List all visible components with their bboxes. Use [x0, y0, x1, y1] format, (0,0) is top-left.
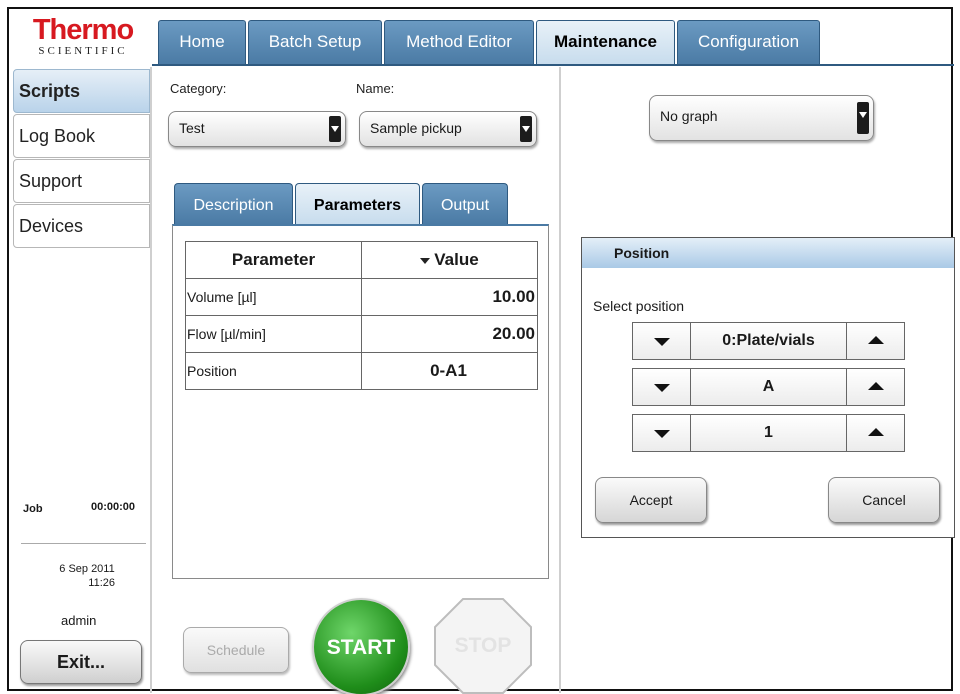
job-label: Job	[23, 503, 43, 515]
tab-batch-setup[interactable]: Batch Setup	[248, 20, 382, 65]
graph-value: No graph	[660, 108, 718, 124]
date-text: 6 Sep 2011	[59, 563, 115, 575]
chevron-down-icon	[520, 116, 532, 142]
name-dropdown[interactable]: Sample pickup	[359, 111, 537, 147]
decrement-button[interactable]	[633, 323, 691, 359]
stepper-value: 1	[764, 424, 773, 441]
graph-area	[573, 569, 794, 671]
param-value[interactable]: 0-A1	[361, 352, 538, 390]
increment-button[interactable]	[846, 415, 904, 451]
accept-button[interactable]: Accept	[595, 477, 707, 523]
chevron-down-icon	[329, 116, 341, 142]
stepper-value: 0:Plate/vials	[722, 332, 815, 349]
arrow-up-icon	[868, 382, 884, 390]
param-value[interactable]: 20.00	[361, 315, 538, 353]
chevron-down-icon	[857, 102, 869, 134]
category-dropdown[interactable]: Test	[168, 111, 346, 147]
plate-stepper: 0:Plate/vials	[632, 322, 905, 360]
decrement-button[interactable]	[633, 415, 691, 451]
arrow-up-icon	[868, 336, 884, 344]
arrow-down-icon	[654, 430, 670, 438]
logo-brand: Thermo	[32, 14, 134, 46]
sidebar-divider	[150, 67, 152, 693]
table-header-row: Parameter Value	[185, 241, 538, 279]
sort-down-icon	[420, 257, 431, 264]
stepper-value: A	[762, 378, 775, 395]
category-value: Test	[179, 120, 205, 136]
row-stepper: A	[632, 368, 905, 406]
sidebar-item-support[interactable]: Support	[13, 159, 150, 203]
app-window: Thermo SCIENTIFIC Home Batch Setup Metho…	[7, 7, 955, 694]
position-dialog: Position Select position 0:Plate/vials A…	[581, 237, 955, 538]
param-value[interactable]: 10.00	[361, 278, 538, 316]
param-name: Position	[185, 352, 362, 390]
table-row[interactable]: Position 0-A1	[185, 352, 538, 390]
sidebar-item-scripts[interactable]: Scripts	[13, 69, 150, 113]
tab-maintenance[interactable]: Maintenance	[536, 20, 675, 65]
schedule-button[interactable]: Schedule	[183, 627, 289, 673]
current-user: admin	[61, 613, 97, 628]
arrow-down-icon	[654, 384, 670, 392]
tab-output[interactable]: Output	[422, 183, 508, 225]
arrow-up-icon	[868, 428, 884, 436]
sidebar-item-log-book[interactable]: Log Book	[13, 114, 150, 158]
tab-home[interactable]: Home	[158, 20, 246, 65]
tab-bar-underline	[152, 64, 954, 66]
stop-button[interactable]: STOP	[434, 598, 532, 694]
name-label: Name:	[356, 81, 395, 96]
tab-description[interactable]: Description	[174, 183, 293, 225]
exit-button[interactable]: Exit...	[20, 640, 142, 684]
job-timer: 00:00:00	[91, 501, 136, 513]
table-row[interactable]: Volume [µl] 10.00	[185, 278, 538, 316]
column-header-value[interactable]: Value	[361, 241, 538, 279]
stop-label: STOP	[454, 634, 512, 657]
panel-divider	[559, 67, 561, 693]
column-header-value-label: Value	[434, 250, 479, 269]
select-position-label: Select position	[593, 298, 685, 314]
graph-dropdown[interactable]: No graph	[649, 95, 874, 141]
thermo-scientific-logo: Thermo SCIENTIFIC	[15, 15, 151, 65]
column-header-parameter[interactable]: Parameter	[185, 241, 362, 279]
column-stepper: 1	[632, 414, 905, 452]
param-name: Volume [µl]	[185, 278, 362, 316]
tab-configuration[interactable]: Configuration	[677, 20, 820, 65]
dialog-title: Position	[582, 238, 954, 268]
start-button[interactable]: START	[312, 598, 410, 694]
sidebar-separator	[21, 543, 146, 544]
increment-button[interactable]	[846, 369, 904, 405]
category-label: Category:	[170, 81, 227, 96]
parameters-table: Parameter Value Volume [µl] 10.00 Flow […	[185, 241, 538, 390]
arrow-down-icon	[654, 338, 670, 346]
datetime-display: 6 Sep 2011 11:26	[59, 562, 115, 590]
cancel-button[interactable]: Cancel	[828, 477, 940, 523]
param-name: Flow [µl/min]	[185, 315, 362, 353]
logo-sub: SCIENTIFIC	[38, 45, 128, 57]
sidebar-item-devices[interactable]: Devices	[13, 204, 150, 248]
name-value: Sample pickup	[370, 120, 462, 136]
decrement-button[interactable]	[633, 369, 691, 405]
tab-parameters[interactable]: Parameters	[295, 183, 420, 225]
time-text: 11:26	[88, 577, 115, 589]
increment-button[interactable]	[846, 323, 904, 359]
tab-method-editor[interactable]: Method Editor	[384, 20, 534, 65]
table-row[interactable]: Flow [µl/min] 20.00	[185, 315, 538, 353]
